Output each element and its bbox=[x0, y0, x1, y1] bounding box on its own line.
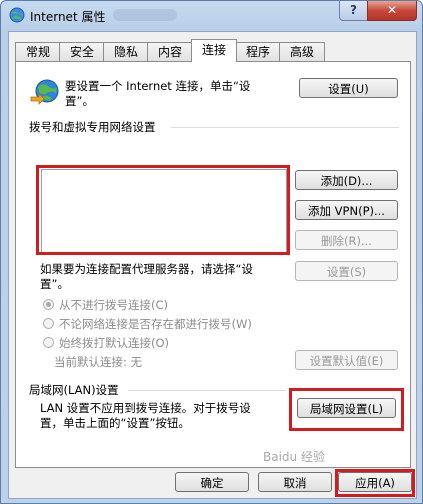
never-dial-label: 从不进行拨号连接(C) bbox=[59, 298, 169, 312]
default-connection-radio[interactable] bbox=[43, 337, 54, 348]
never-dial-radio[interactable] bbox=[43, 299, 54, 310]
close-button[interactable]: ✕ bbox=[367, 1, 417, 21]
internet-properties-window: Internet 属性 ? ✕ 常规 安全 隐私 内容 连接 程序 高级 要设置… bbox=[0, 0, 423, 504]
intro-text-line1: 要设置一个 Internet 连接，单击“设 bbox=[65, 79, 251, 93]
internet-globe-icon bbox=[9, 7, 25, 23]
tab-general[interactable]: 常规 bbox=[15, 42, 61, 61]
connections-panel: 要设置一个 Internet 连接，单击“设 置”。 设置(U) 拨号和虚拟专用… bbox=[15, 61, 411, 468]
proxy-text-line1: 如果要为连接配置代理服务器，请选择“设 bbox=[40, 262, 253, 276]
dialup-section-label: 拨号和虚拟专用网络设置 bbox=[29, 120, 156, 134]
tab-content[interactable]: 内容 bbox=[147, 42, 193, 61]
connections-listbox[interactable] bbox=[41, 169, 287, 253]
cancel-button[interactable]: 取消 bbox=[258, 472, 332, 492]
proxy-settings-button[interactable]: 设置(S) bbox=[295, 261, 398, 281]
proxy-text-line2: 置”。 bbox=[40, 277, 69, 291]
title-blur bbox=[113, 9, 177, 21]
tab-connections[interactable]: 连接 bbox=[191, 39, 237, 62]
title-bar: Internet 属性 ? ✕ bbox=[1, 1, 422, 31]
default-connection-label: 始终拨打默认连接(O) bbox=[59, 336, 170, 350]
lan-text-line1: LAN 设置不应用到拨号连接。对于拨号设 bbox=[40, 401, 251, 415]
dial-always-radio[interactable] bbox=[43, 318, 54, 329]
dialup-separator bbox=[171, 127, 399, 128]
lan-section-label: 局域网(LAN)设置 bbox=[29, 383, 119, 397]
dialog-client: 常规 安全 隐私 内容 连接 程序 高级 要设置一个 Internet 连接，单… bbox=[8, 31, 417, 499]
set-default-button[interactable]: 设置默认值(E) bbox=[295, 350, 398, 370]
connection-globe-icon bbox=[30, 79, 59, 105]
remove-button[interactable]: 删除(R)... bbox=[295, 230, 398, 250]
tab-programs[interactable]: 程序 bbox=[235, 42, 281, 61]
current-default-text: 当前默认连接: 无 bbox=[54, 355, 143, 369]
watermark: Baidu 经验 bbox=[263, 450, 325, 464]
tab-privacy[interactable]: 隐私 bbox=[103, 42, 149, 61]
help-button[interactable]: ? bbox=[339, 1, 368, 21]
ok-button[interactable]: 确定 bbox=[175, 472, 249, 492]
setup-button[interactable]: 设置(U) bbox=[299, 78, 398, 98]
intro-text-line2: 置”。 bbox=[65, 94, 94, 108]
lan-text-line2: 置，单击上面的“设置”按钮。 bbox=[40, 416, 190, 430]
apply-button[interactable]: 应用(A) bbox=[338, 472, 412, 492]
add-vpn-button[interactable]: 添加 VPN(P)... bbox=[295, 200, 398, 220]
dial-always-label: 不论网络连接是否存在都进行拨号(W) bbox=[59, 317, 252, 331]
tab-security[interactable]: 安全 bbox=[59, 42, 105, 61]
tab-advanced[interactable]: 高级 bbox=[279, 42, 325, 61]
lan-separator bbox=[128, 390, 286, 391]
lan-settings-button[interactable]: 局域网设置(L) bbox=[297, 398, 396, 418]
window-title: Internet 属性 bbox=[30, 10, 106, 24]
add-button[interactable]: 添加(D)... bbox=[295, 170, 398, 190]
